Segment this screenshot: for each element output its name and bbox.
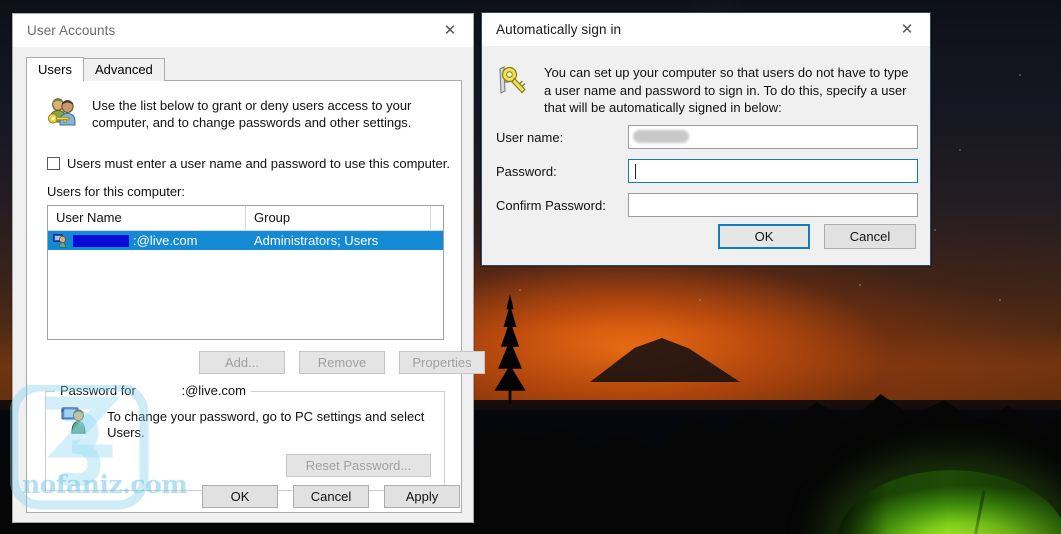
list-action-buttons: Add... Remove Properties [199,351,485,374]
auto-sign-in-intro-text: You can set up your computer so that use… [544,65,909,115]
password-groupbox-text: To change your password, go to PC settin… [107,409,425,440]
tab-users[interactable]: Users [26,57,84,81]
row-group-cell: Administrators; Users [254,233,379,248]
automatically-sign-in-dialog[interactable]: Automatically sign in ✕ You can set up y… [481,12,931,266]
users-tab-panel: Use the list below to grant or deny user… [26,80,485,513]
user-accounts-titlebar[interactable]: User Accounts ✕ [13,14,473,47]
user-name-input[interactable] [628,125,918,149]
remove-button[interactable]: Remove [299,351,385,374]
tab-strip: Users Advanced [26,57,165,81]
auto-sign-in-titlebar[interactable]: Automatically sign in ✕ [482,13,930,46]
close-icon[interactable]: ✕ [884,13,930,46]
user-password-icon [61,407,86,434]
password-groupbox-content: To change your password, go to PC settin… [61,405,445,441]
confirm-password-input[interactable] [628,193,918,217]
properties-button[interactable]: Properties [399,351,485,374]
table-row[interactable]: :@live.com Administrators; Users [48,231,443,250]
panel-description-text: Use the list below to grant or deny user… [92,98,412,130]
close-icon[interactable]: ✕ [427,14,473,47]
users-key-icon [47,98,76,126]
password-field-row: Password: [496,159,918,183]
column-header-user-name[interactable]: User Name [48,206,246,231]
column-header-group[interactable]: Group [246,206,431,231]
reset-password-button[interactable]: Reset Password... [286,454,431,477]
dialog-footer-buttons: OK Cancel Apply [202,485,460,508]
auto-sign-in-body: You can set up your computer so that use… [482,46,930,265]
user-account-icon [53,233,67,248]
auto-sign-in-intro-row: You can set up your computer so that use… [496,64,916,117]
redacted-user-name [73,234,129,247]
tab-advanced[interactable]: Advanced [82,58,165,81]
cancel-button[interactable]: Cancel [824,224,916,249]
key-icon [499,66,526,94]
ok-button[interactable]: OK [718,224,810,249]
password-input[interactable] [628,159,918,183]
panel-description-row: Use the list below to grant or deny user… [45,97,443,131]
confirm-password-field-row: Confirm Password: [496,193,918,217]
row-user-name-suffix: :@live.com [133,233,198,248]
users-listview[interactable]: User Name Group :@live.com Administrator… [47,205,444,340]
users-list-label: Users for this computer: [47,184,185,199]
require-password-label: Users must enter a user name and passwor… [67,156,450,171]
user-name-field-row: User name: [496,125,918,149]
redacted-user-name-value [633,130,689,143]
column-header-spacer [431,206,443,231]
user-accounts-window[interactable]: User Accounts ✕ Users Advanced Use the l… [12,13,485,523]
user-accounts-title: User Accounts [27,23,116,38]
apply-button[interactable]: Apply [384,485,460,508]
require-password-checkbox-row[interactable]: Users must enter a user name and passwor… [47,156,450,171]
password-groupbox-inner: To change your password, go to PC settin… [45,391,445,491]
user-accounts-body: Users Advanced Use the list below to gra… [13,47,485,522]
text-caret [635,164,636,179]
auto-sign-in-title: Automatically sign in [496,22,622,37]
row-user-name-cell: :@live.com [48,233,246,248]
ok-button[interactable]: OK [202,485,278,508]
require-password-checkbox[interactable] [47,157,60,170]
add-button[interactable]: Add... [199,351,285,374]
listview-header: User Name Group [48,206,443,231]
cancel-button[interactable]: Cancel [293,485,369,508]
confirm-password-label: Confirm Password: [496,197,606,213]
user-name-label: User name: [496,129,564,145]
password-label: Password: [496,163,557,179]
auto-sign-in-buttons: OK Cancel [718,224,916,249]
